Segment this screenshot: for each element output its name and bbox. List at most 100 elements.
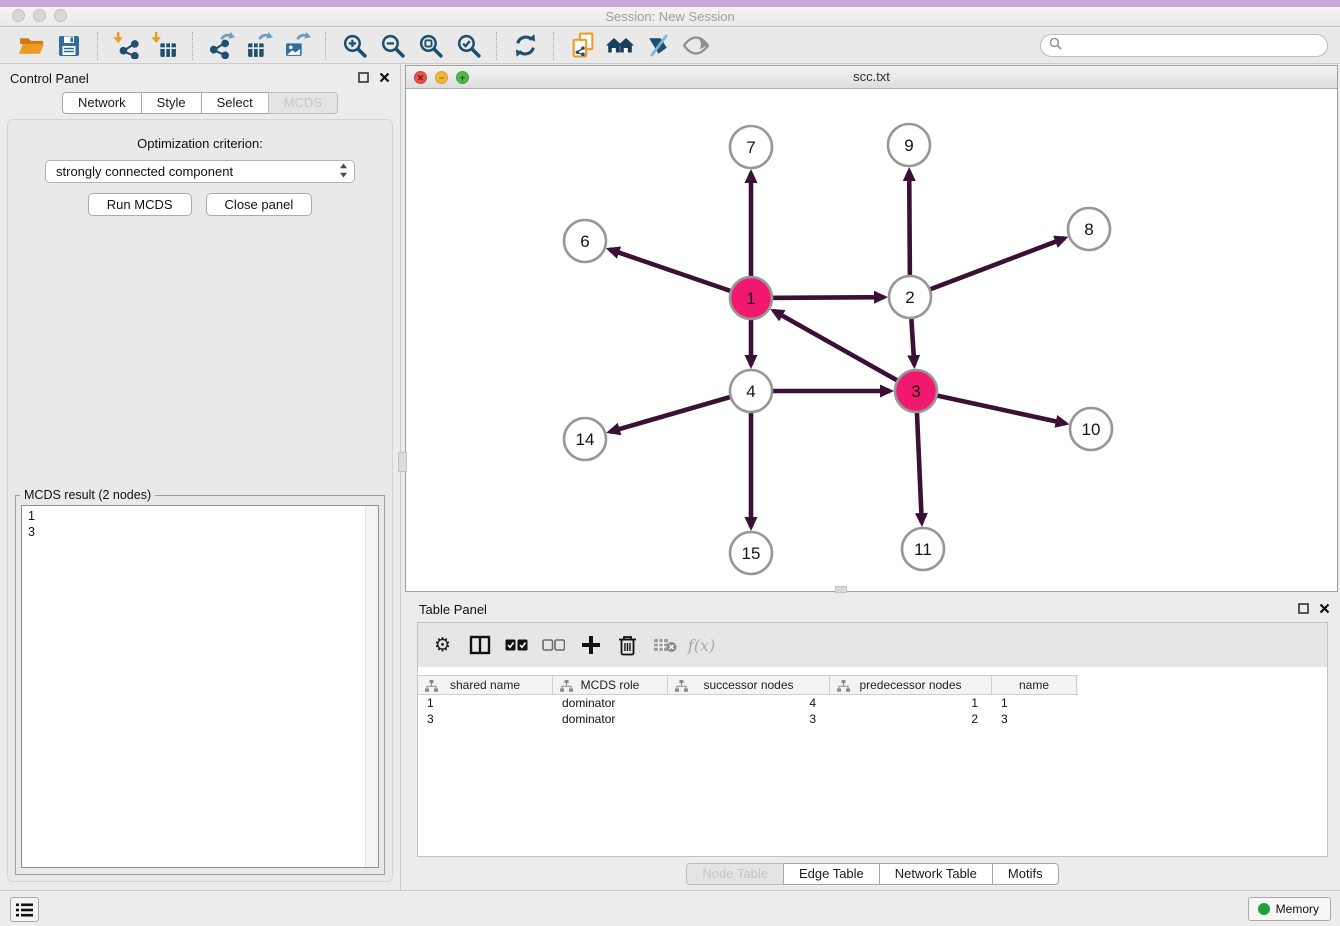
network-view-window: ✕ − + scc.txt 7 9 6 8 1 2 4 3 14 10 15 11 <box>405 65 1338 592</box>
zoom-fit-icon[interactable] <box>414 30 446 62</box>
zoom-in-icon[interactable] <box>338 30 370 62</box>
svg-text:15: 15 <box>742 544 761 563</box>
search-icon <box>1049 37 1062 55</box>
tab-network[interactable]: Network <box>62 92 142 114</box>
zoom-out-icon[interactable] <box>376 30 408 62</box>
import-table-icon[interactable] <box>148 30 180 62</box>
home-icon[interactable] <box>604 30 636 62</box>
table-toolbar: ⚙ f(x) <box>418 623 1327 667</box>
network-from-selection-icon[interactable] <box>566 30 598 62</box>
node-14[interactable]: 14 <box>564 418 606 460</box>
float-panel-icon[interactable] <box>1298 603 1309 614</box>
hide-annotations-icon[interactable] <box>642 30 674 62</box>
task-history-button[interactable] <box>10 897 39 922</box>
node-2[interactable]: 2 <box>889 276 931 318</box>
table-settings-gear-icon[interactable]: ⚙ <box>424 627 461 663</box>
close-network-icon[interactable]: ✕ <box>414 71 427 84</box>
column-header-name[interactable]: name <box>992 676 1077 694</box>
column-header-shared-name[interactable]: shared name <box>418 676 553 694</box>
minimize-network-icon[interactable]: − <box>435 71 448 84</box>
svg-text:8: 8 <box>1084 220 1093 239</box>
show-columns-icon[interactable] <box>461 627 498 663</box>
tab-network-table[interactable]: Network Table <box>879 863 993 885</box>
svg-text:6: 6 <box>580 232 589 251</box>
tab-mcds[interactable]: MCDS <box>268 92 338 114</box>
export-network-icon[interactable] <box>205 30 237 62</box>
deselect-all-icon[interactable] <box>535 627 572 663</box>
add-row-icon[interactable] <box>572 627 609 663</box>
close-panel-icon[interactable] <box>1319 603 1330 614</box>
function-builder-icon[interactable]: f(x) <box>683 627 720 663</box>
close-panel-button[interactable]: Close panel <box>206 193 313 216</box>
result-line: 3 <box>28 524 372 540</box>
toolbar-separator <box>553 32 554 60</box>
mcds-result-box[interactable]: 13 <box>21 505 379 868</box>
toolbar-separator <box>192 32 193 60</box>
edge-3-1[interactable] <box>774 311 916 391</box>
column-header-predecessor-nodes[interactable]: predecessor nodes <box>830 676 992 694</box>
search-input[interactable] <box>1067 39 1319 53</box>
status-bar: Memory <box>0 890 1340 926</box>
tab-style[interactable]: Style <box>141 92 202 114</box>
window-accent-strip <box>0 0 1340 7</box>
column-header-mcds-role[interactable]: MCDS role <box>553 676 668 694</box>
node-11[interactable]: 11 <box>902 528 944 570</box>
node-9[interactable]: 9 <box>888 124 930 166</box>
tab-select[interactable]: Select <box>201 92 269 114</box>
node-10[interactable]: 10 <box>1070 408 1112 450</box>
export-table-icon[interactable] <box>243 30 275 62</box>
save-session-icon[interactable] <box>53 30 85 62</box>
export-image-icon[interactable] <box>281 30 313 62</box>
table-panel: Table Panel ⚙ f(x) shared nameMCDS roles… <box>405 595 1340 890</box>
splitpane-vertical-handle[interactable] <box>398 452 407 472</box>
tab-motifs[interactable]: Motifs <box>992 863 1059 885</box>
control-panel-title: Control Panel <box>10 71 89 86</box>
node-7[interactable]: 7 <box>730 126 772 168</box>
table-row[interactable]: 1dominator411 <box>418 695 1327 711</box>
table-panel-tabs: Node TableEdge TableNetwork TableMotifs <box>405 863 1340 885</box>
tab-edge-table[interactable]: Edge Table <box>783 863 880 885</box>
edge-2-8[interactable] <box>910 238 1065 297</box>
node-6[interactable]: 6 <box>564 220 606 262</box>
optimization-criterion-select[interactable]: strongly connected component <box>45 160 355 183</box>
network-window-titlebar[interactable]: ✕ − + scc.txt <box>406 66 1337 89</box>
delete-row-trash-icon[interactable] <box>609 627 646 663</box>
table-panel-title: Table Panel <box>419 602 487 617</box>
select-all-icon[interactable] <box>498 627 535 663</box>
node-1[interactable]: 1 <box>730 277 772 319</box>
node-table-container: ⚙ f(x) shared nameMCDS rolesuccessor nod… <box>417 622 1328 857</box>
control-panel-tabs: NetworkStyleSelectMCDS <box>0 92 400 114</box>
chevron-updown-icon <box>339 163 348 181</box>
result-scrollbar[interactable] <box>365 506 378 867</box>
float-panel-icon[interactable] <box>358 72 369 83</box>
optimization-criterion-label: Optimization criterion: <box>8 136 392 151</box>
edge-3-10[interactable] <box>916 391 1066 424</box>
memory-status-dot <box>1258 903 1270 915</box>
control-panel: Control Panel NetworkStyleSelectMCDS Opt… <box>0 64 401 890</box>
tab-node-table[interactable]: Node Table <box>686 863 784 885</box>
search-box[interactable] <box>1040 34 1328 57</box>
network-canvas[interactable]: 7 9 6 8 1 2 4 3 14 10 15 11 <box>406 89 1337 587</box>
close-panel-icon[interactable] <box>379 72 390 83</box>
import-network-icon[interactable] <box>110 30 142 62</box>
run-mcds-button[interactable]: Run MCDS <box>88 193 192 216</box>
column-header-successor-nodes[interactable]: successor nodes <box>668 676 830 694</box>
refresh-icon[interactable] <box>509 30 541 62</box>
table-row[interactable]: 3dominator323 <box>418 711 1327 727</box>
delete-table-icon[interactable] <box>646 627 683 663</box>
node-4[interactable]: 4 <box>730 370 772 412</box>
show-graphics-details-eye-icon[interactable] <box>680 30 712 62</box>
node-3[interactable]: 3 <box>895 370 937 412</box>
memory-button[interactable]: Memory <box>1248 897 1331 921</box>
node-15[interactable]: 15 <box>730 532 772 574</box>
zoom-selected-icon[interactable] <box>452 30 484 62</box>
edge-1-6[interactable] <box>610 249 751 298</box>
svg-text:1: 1 <box>746 289 755 308</box>
node-8[interactable]: 8 <box>1068 208 1110 250</box>
open-session-icon[interactable] <box>15 30 47 62</box>
svg-text:4: 4 <box>746 382 755 401</box>
maximize-network-icon[interactable]: + <box>456 71 469 84</box>
table-header-row: shared nameMCDS rolesuccessor nodesprede… <box>418 675 1078 695</box>
splitpane-horizontal-handle[interactable] <box>835 586 847 593</box>
network-window-title: scc.txt <box>406 66 1337 88</box>
